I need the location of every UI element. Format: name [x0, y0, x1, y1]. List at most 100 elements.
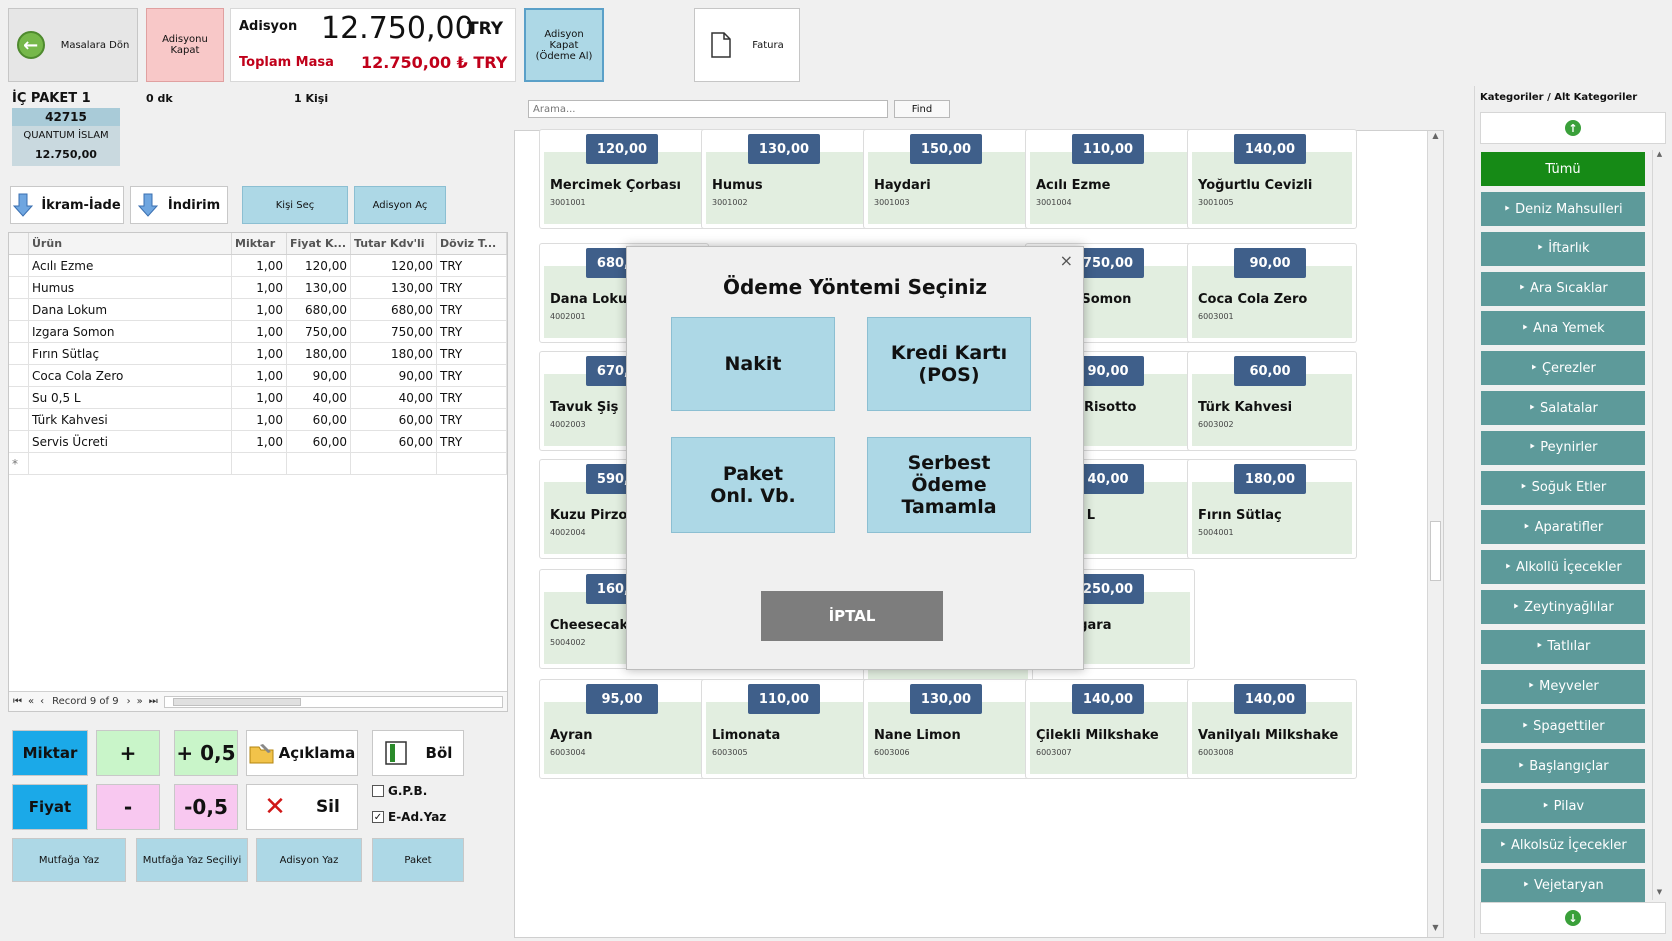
- ead-checkbox[interactable]: ✓: [372, 811, 384, 823]
- free-payment-complete-button[interactable]: Serbest Ödeme Tamamla: [867, 437, 1031, 533]
- category-item[interactable]: ‣ Başlangıçlar: [1481, 749, 1645, 784]
- print-bill-button[interactable]: Adisyon Yaz: [256, 838, 362, 882]
- product-card[interactable]: 110,00 Acılı Ezme 3001004: [1025, 129, 1195, 229]
- table-row[interactable]: Türk Kahvesi 1,00 60,00 60,00 TRY: [9, 409, 507, 431]
- table-row[interactable]: Humus 1,00 130,00 130,00 TRY: [9, 277, 507, 299]
- split-button[interactable]: Böl: [372, 730, 464, 776]
- product-card[interactable]: 140,00 Çilekli Milkshake 6003007: [1025, 679, 1195, 779]
- minus-half-button[interactable]: -0,5: [174, 784, 238, 830]
- column-header-currency[interactable]: Döviz T...: [437, 233, 507, 254]
- nav-next-icon[interactable]: ›: [127, 696, 131, 707]
- category-item[interactable]: ‣ Zeytinyağlılar: [1481, 590, 1645, 624]
- column-header-total[interactable]: Tutar Kdv'li: [351, 233, 437, 254]
- grid-navigator[interactable]: ⏮ « ‹ Record 9 of 9 › » ⏭: [9, 691, 507, 711]
- back-to-tables-button[interactable]: ← Masalara Dön: [8, 8, 138, 82]
- product-card[interactable]: 130,00 Nane Limon 6003006: [863, 679, 1033, 779]
- column-header-price[interactable]: Fiyat K...: [287, 233, 351, 254]
- close-and-pay-button[interactable]: Adisyon Kapat (Ödeme Al): [524, 8, 604, 82]
- product-card[interactable]: 90,00 Coca Cola Zero 6003001: [1187, 243, 1357, 343]
- category-item[interactable]: ‣ Vejetaryan: [1481, 868, 1645, 903]
- table-row[interactable]: Izgara Somon 1,00 750,00 750,00 TRY: [9, 321, 507, 343]
- select-person-button[interactable]: Kişi Seç: [242, 186, 348, 224]
- category-item[interactable]: ‣ Soğuk Etler: [1481, 470, 1645, 505]
- credit-card-payment-button[interactable]: Kredi Kartı (POS): [867, 317, 1031, 411]
- table-row[interactable]: Servis Ücreti 1,00 60,00 60,00 TRY: [9, 431, 507, 453]
- gpb-checkbox[interactable]: [372, 785, 384, 797]
- print-kitchen-button[interactable]: Mutfağa Yaz: [12, 838, 126, 882]
- product-card[interactable]: 110,00 Limonata 6003005: [701, 679, 871, 779]
- table-row[interactable]: Su 0,5 L 1,00 40,00 40,00 TRY: [9, 387, 507, 409]
- open-bill-button[interactable]: Adisyon Aç: [354, 186, 446, 224]
- minus-button[interactable]: -: [96, 784, 160, 830]
- category-item[interactable]: ‣ Ara Sıcaklar: [1481, 271, 1645, 306]
- nav-first-icon[interactable]: ⏮: [13, 696, 22, 707]
- scroll-up-icon[interactable]: ▲: [1428, 131, 1443, 145]
- note-button[interactable]: Açıklama: [246, 730, 358, 776]
- column-header-quantity[interactable]: Miktar: [232, 233, 287, 254]
- category-scroll-up-button[interactable]: ↑: [1480, 112, 1666, 144]
- product-scrollbar[interactable]: ▲ ▼: [1427, 131, 1443, 937]
- category-item[interactable]: ‣ Tatlılar: [1481, 629, 1645, 664]
- category-item[interactable]: ‣ Alkollü İçecekler: [1481, 550, 1645, 585]
- ead-checkbox-row[interactable]: ✓ E-Ad.Yaz: [372, 810, 446, 824]
- scroll-down-icon[interactable]: ▼: [1653, 888, 1666, 900]
- complimentary-return-button[interactable]: İkram-İade: [10, 186, 124, 224]
- category-item[interactable]: ‣ Aparatifler: [1481, 510, 1645, 545]
- scrollbar-thumb[interactable]: [172, 697, 301, 706]
- discount-button[interactable]: İndirim: [130, 186, 228, 224]
- category-all[interactable]: Tümü: [1481, 152, 1645, 186]
- product-card[interactable]: 95,00 Ayran 6003004: [539, 679, 709, 779]
- scroll-up-icon[interactable]: ▲: [1653, 150, 1666, 162]
- scrollbar-thumb[interactable]: [1430, 521, 1441, 581]
- order-items-grid[interactable]: Ürün Miktar Fiyat K... Tutar Kdv'li Dövi…: [8, 232, 508, 712]
- category-item[interactable]: ‣ Ana Yemek: [1481, 311, 1645, 346]
- table-row[interactable]: Coca Cola Zero 1,00 90,00 90,00 TRY: [9, 365, 507, 387]
- nav-prev-icon[interactable]: ‹: [40, 696, 44, 707]
- product-card[interactable]: 180,00 Fırın Sütlaç 5004001: [1187, 459, 1357, 559]
- gpb-checkbox-row[interactable]: G.P.B.: [372, 784, 427, 798]
- category-item[interactable]: ‣ Meyveler: [1481, 669, 1645, 704]
- package-button[interactable]: Paket: [372, 838, 464, 882]
- product-card[interactable]: 60,00 Türk Kahvesi 6003002: [1187, 351, 1357, 451]
- plus-half-button[interactable]: + 0,5: [174, 730, 238, 776]
- nav-last-icon[interactable]: ⏭: [149, 696, 158, 707]
- print-kitchen-selected-button[interactable]: Mutfağa Yaz Seçiliyi: [136, 838, 248, 882]
- category-item[interactable]: ‣ Spagettiler: [1481, 709, 1645, 744]
- product-card[interactable]: 140,00 Yoğurtlu Cevizli 3001005: [1187, 129, 1357, 229]
- category-item[interactable]: ‣ Pilav: [1481, 789, 1645, 823]
- category-scroll-down-button[interactable]: ↓: [1480, 902, 1666, 934]
- delete-button[interactable]: ✕ Sil: [246, 784, 358, 830]
- product-card[interactable]: 130,00 Humus 3001002: [701, 129, 871, 229]
- price-mode-button[interactable]: Fiyat: [12, 784, 88, 830]
- table-row[interactable]: Acılı Ezme 1,00 120,00 120,00 TRY: [9, 255, 507, 277]
- dialog-close-icon[interactable]: ×: [1060, 251, 1073, 270]
- table-row[interactable]: Fırın Sütlaç 1,00 180,00 180,00 TRY: [9, 343, 507, 365]
- category-item[interactable]: ‣ Çerezler: [1481, 351, 1645, 386]
- category-item[interactable]: ‣ Deniz Mahsulleri: [1481, 192, 1645, 226]
- product-card[interactable]: 120,00 Mercimek Çorbası 3001001: [539, 129, 709, 229]
- product-card[interactable]: 150,00 Haydari 3001003: [863, 129, 1033, 229]
- package-online-payment-button[interactable]: Paket Onl. Vb.: [671, 437, 835, 533]
- close-bill-button[interactable]: Adisyonu Kapat: [146, 8, 224, 82]
- plus-button[interactable]: +: [96, 730, 160, 776]
- search-input[interactable]: [528, 100, 888, 118]
- invoice-button[interactable]: Fatura: [694, 8, 800, 82]
- category-item[interactable]: ‣ Peynirler: [1481, 430, 1645, 465]
- cash-payment-button[interactable]: Nakit: [671, 317, 835, 411]
- cancel-button[interactable]: İPTAL: [761, 591, 943, 641]
- nav-next-page-icon[interactable]: »: [137, 696, 143, 707]
- quantity-mode-button[interactable]: Miktar: [12, 730, 88, 776]
- horizontal-scrollbar[interactable]: [163, 695, 503, 708]
- product-card[interactable]: 140,00 Vanilyalı Milkshake 6003008: [1187, 679, 1357, 779]
- category-label: ‣ Ara Sıcaklar: [1518, 281, 1608, 297]
- find-button[interactable]: Find: [894, 100, 950, 118]
- scroll-down-icon[interactable]: ▼: [1428, 923, 1443, 937]
- category-item[interactable]: ‣ İftarlık: [1481, 231, 1645, 266]
- category-item[interactable]: ‣ Alkolsüz İçecekler: [1481, 828, 1645, 863]
- category-scrollbar[interactable]: ▲ ▼: [1652, 150, 1666, 900]
- nav-prev-page-icon[interactable]: «: [28, 696, 34, 707]
- category-item[interactable]: ‣ Salatalar: [1481, 391, 1645, 425]
- new-row[interactable]: *: [9, 453, 507, 475]
- table-row[interactable]: Dana Lokum 1,00 680,00 680,00 TRY: [9, 299, 507, 321]
- column-header-product[interactable]: Ürün: [29, 233, 232, 254]
